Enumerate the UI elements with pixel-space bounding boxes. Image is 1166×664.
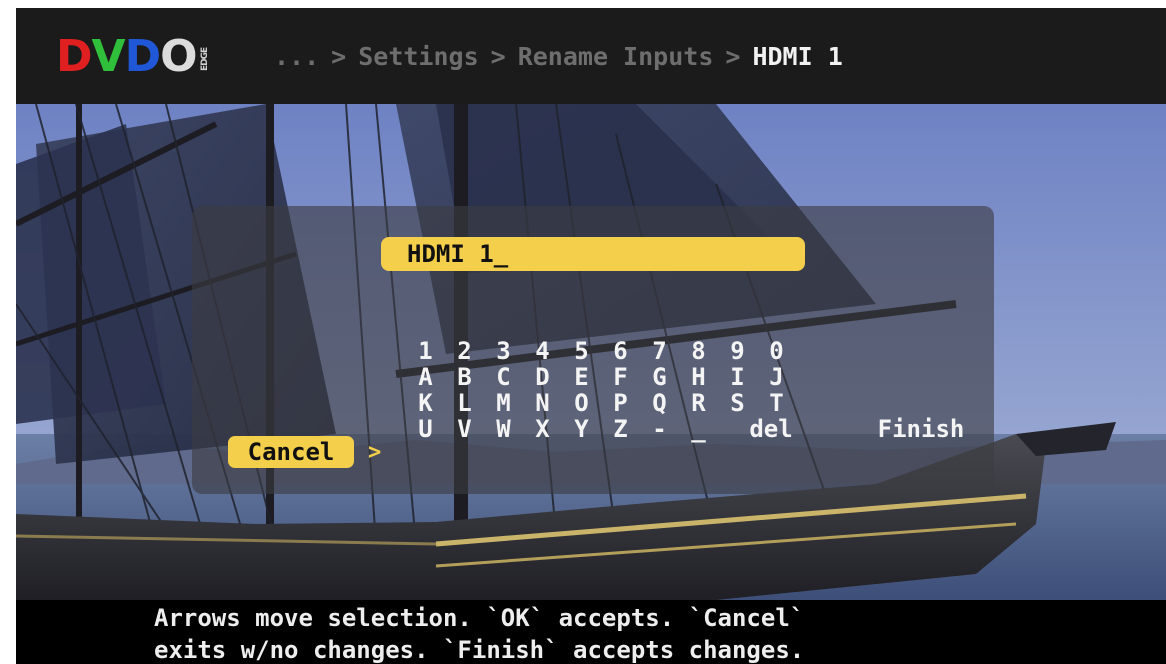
- key[interactable]: X: [523, 416, 562, 442]
- header-bar: D V D O EDGE ... > Settings > Rename Inp…: [16, 8, 1166, 104]
- key[interactable]: O: [562, 390, 601, 416]
- osd-frame: D V D O EDGE ... > Settings > Rename Inp…: [16, 8, 1166, 664]
- key[interactable]: V: [445, 416, 484, 442]
- key[interactable]: 2: [445, 338, 484, 364]
- key[interactable]: Y: [562, 416, 601, 442]
- key[interactable]: K: [406, 390, 445, 416]
- key-dash[interactable]: -: [640, 416, 679, 442]
- breadcrumb-separator: >: [490, 41, 506, 71]
- key[interactable]: D: [523, 364, 562, 390]
- key[interactable]: 8: [679, 338, 718, 364]
- keyboard-row-a-j: A B C D E F G H I J: [406, 364, 996, 390]
- key[interactable]: A: [406, 364, 445, 390]
- key[interactable]: 3: [484, 338, 523, 364]
- key[interactable]: T: [757, 390, 796, 416]
- key[interactable]: Z: [601, 416, 640, 442]
- breadcrumb-separator: >: [331, 41, 347, 71]
- key[interactable]: L: [445, 390, 484, 416]
- help-line: exits w/no changes. `Finish` accepts cha…: [154, 636, 805, 664]
- key[interactable]: F: [601, 364, 640, 390]
- key[interactable]: G: [640, 364, 679, 390]
- key[interactable]: H: [679, 364, 718, 390]
- key[interactable]: 4: [523, 338, 562, 364]
- delete-button[interactable]: del: [726, 416, 816, 442]
- key[interactable]: R: [679, 390, 718, 416]
- keyboard-row-digits: 1 2 3 4 5 6 7 8 9 0: [406, 338, 996, 364]
- logo-edge-mark: EDGE: [199, 47, 210, 71]
- logo-letter: D: [56, 30, 93, 82]
- key-underscore[interactable]: _: [679, 416, 718, 442]
- breadcrumb-current: HDMI 1: [752, 41, 843, 71]
- key[interactable]: U: [406, 416, 445, 442]
- logo-letter: D: [124, 30, 162, 82]
- key[interactable]: M: [484, 390, 523, 416]
- key[interactable]: J: [757, 364, 796, 390]
- key[interactable]: B: [445, 364, 484, 390]
- selection-arrow-icon: >: [368, 440, 382, 465]
- help-line: Arrows move selection. `OK` accepts. `Ca…: [154, 604, 805, 632]
- breadcrumb-ellipsis: ...: [274, 41, 320, 71]
- key[interactable]: C: [484, 364, 523, 390]
- help-text: Arrows move selection. `OK` accepts. `Ca…: [154, 602, 804, 664]
- breadcrumb: ... > Settings > Rename Inputs > HDMI 1: [274, 38, 843, 74]
- dvdo-logo: D V D O EDGE: [56, 30, 221, 82]
- key[interactable]: E: [562, 364, 601, 390]
- key[interactable]: 5: [562, 338, 601, 364]
- cancel-button[interactable]: Cancel: [228, 436, 354, 468]
- on-screen-keyboard: 1 2 3 4 5 6 7 8 9 0 A B C D E F G H I J …: [406, 338, 996, 442]
- logo-letter: O: [160, 30, 197, 82]
- key[interactable]: N: [523, 390, 562, 416]
- key[interactable]: P: [601, 390, 640, 416]
- breadcrumb-item-rename-inputs: Rename Inputs: [517, 41, 714, 71]
- breadcrumb-item-settings: Settings: [358, 41, 479, 71]
- keyboard-row-k-t: K L M N O P Q R S T: [406, 390, 996, 416]
- key[interactable]: Q: [640, 390, 679, 416]
- input-name-field[interactable]: HDMI 1_: [381, 237, 805, 271]
- key[interactable]: S: [718, 390, 757, 416]
- breadcrumb-separator: >: [725, 41, 741, 71]
- key[interactable]: 6: [601, 338, 640, 364]
- logo-letter: V: [91, 30, 126, 82]
- keyboard-row-u-z: U V W X Y Z - _ del Finish: [406, 416, 996, 442]
- key[interactable]: W: [484, 416, 523, 442]
- key[interactable]: 7: [640, 338, 679, 364]
- key[interactable]: 0: [757, 338, 796, 364]
- key[interactable]: 1: [406, 338, 445, 364]
- finish-button[interactable]: Finish: [846, 416, 996, 442]
- key[interactable]: 9: [718, 338, 757, 364]
- key[interactable]: I: [718, 364, 757, 390]
